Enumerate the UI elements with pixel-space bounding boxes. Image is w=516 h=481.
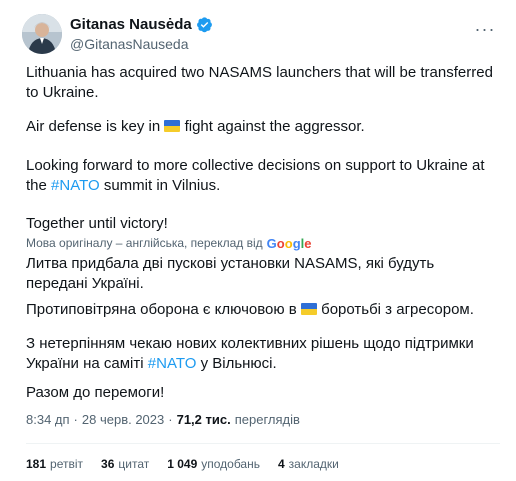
hashtag-link[interactable]: #NATO xyxy=(51,177,100,194)
divider xyxy=(26,443,500,444)
bookmarks-count: 4 xyxy=(277,457,285,471)
tweet-paragraph-4: Together until victory! xyxy=(26,215,168,232)
translated-text: Протиповітряна оборона є ключовою в xyxy=(26,301,301,318)
more-options-button[interactable]: ··· xyxy=(470,14,500,44)
translated-paragraph-1: Литва придбала дві пускові установки NAS… xyxy=(26,255,435,292)
user-avatar-icon xyxy=(22,14,62,54)
translated-paragraph-2: Протиповітряна оборона є ключовою в боро… xyxy=(26,300,496,320)
quotes-stat[interactable]: 36 цитат xyxy=(101,457,149,471)
tweet-header: Gitanas Nausėda @GitanasNauseda ··· xyxy=(22,14,500,54)
display-name[interactable]: Gitanas Nausėda xyxy=(70,16,192,33)
tweet-meta: 8:34 дп · 28 черв. 2023 · 71,2 тис. пере… xyxy=(26,410,300,428)
likes-label: уподобань xyxy=(201,457,260,471)
ukraine-flag-icon xyxy=(164,120,181,132)
engagement-stats: 181 ретвіт 36 цитат 1 049 уподобань 4 заклад… xyxy=(26,456,339,472)
views-label: переглядів xyxy=(234,411,300,427)
google-logo: Google xyxy=(266,235,312,251)
more-icon: ··· xyxy=(474,19,496,39)
tweet-time[interactable]: 8:34 дп xyxy=(26,412,70,427)
retweets-label: ретвіт xyxy=(50,457,84,471)
translated-text: у Вільнюсі. xyxy=(196,355,277,372)
meta-separator: · xyxy=(73,411,78,427)
tweet-paragraph-3: Looking forward to more collective decis… xyxy=(26,156,502,196)
translation-note: Мова оригіналу – англійська, переклад ві… xyxy=(26,235,312,251)
tweet-card: Gitanas Nausėda @GitanasNauseda ··· Lith… xyxy=(0,0,516,481)
quotes-label: цитат xyxy=(118,457,150,471)
retweets-stat[interactable]: 181 ретвіт xyxy=(26,457,83,471)
name-row: Gitanas Nausėda xyxy=(70,14,213,34)
avatar[interactable] xyxy=(22,14,62,54)
bookmarks-label: закладки xyxy=(288,457,339,471)
author-handle[interactable]: @GitanasNauseda xyxy=(70,36,213,52)
meta-separator: · xyxy=(168,411,173,427)
quotes-count: 36 xyxy=(101,457,115,471)
tweet-text: fight against the aggressor. xyxy=(180,118,365,135)
translated-text: боротьбі з агресором. xyxy=(316,301,474,318)
author-info: Gitanas Nausėda @GitanasNauseda xyxy=(70,14,213,52)
hashtag-link[interactable]: #NATO xyxy=(148,355,197,372)
tweet-paragraph-1: Lithuania has acquired two NASAMS launch… xyxy=(26,64,493,101)
verified-badge-icon xyxy=(196,16,213,33)
tweet-paragraph-2: Air defense is key in fight against the … xyxy=(26,117,502,137)
views-count: 71,2 тис. xyxy=(176,411,231,427)
likes-count: 1 049 xyxy=(167,457,198,471)
translated-paragraph-3: З нетерпінням чекаю нових колективних рі… xyxy=(26,334,496,374)
retweets-count: 181 xyxy=(26,457,47,471)
likes-stat[interactable]: 1 049 уподобань xyxy=(167,457,260,471)
bookmarks-stat[interactable]: 4 закладки xyxy=(278,457,339,471)
ukraine-flag-icon xyxy=(300,303,317,315)
tweet-date[interactable]: 28 черв. 2023 xyxy=(82,412,164,427)
translation-note-text: Мова оригіналу – англійська, переклад ві… xyxy=(26,236,263,250)
translated-paragraph-4: Разом до перемоги! xyxy=(26,384,165,401)
tweet-text: Air defense is key in xyxy=(26,118,165,135)
tweet-text: summit in Vilnius. xyxy=(99,177,221,194)
